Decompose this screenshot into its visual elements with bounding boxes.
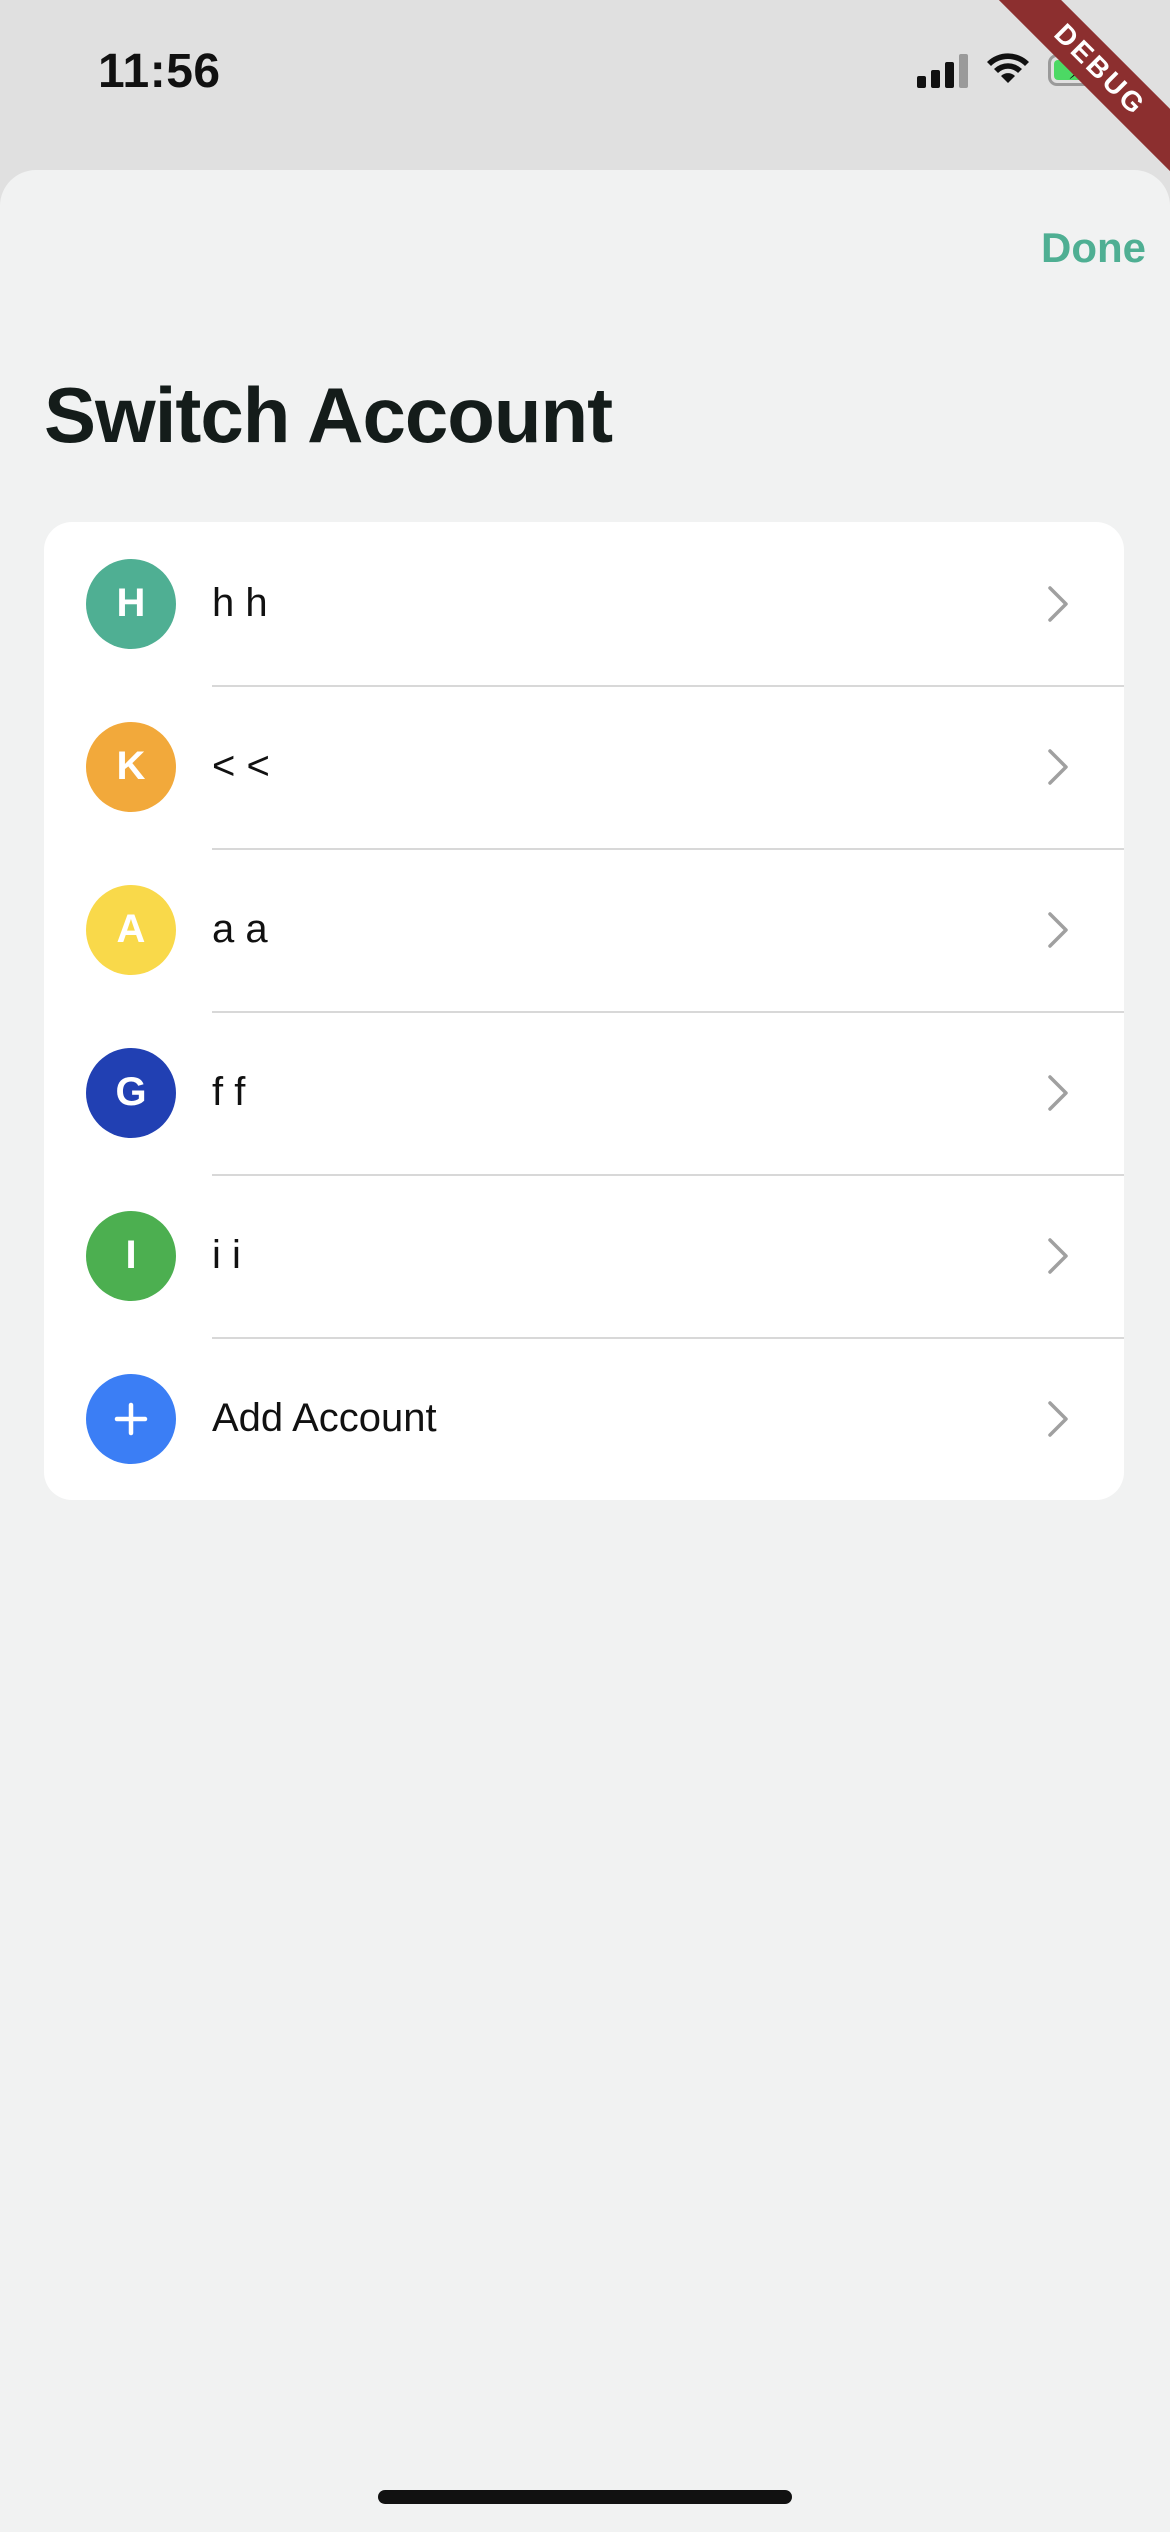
status-bar: 11:56 ⚡ [0,0,1170,150]
screen: 11:56 ⚡ DEBUG Done Switch Account H h [0,0,1170,2532]
chevron-right-icon [1048,585,1068,622]
avatar: I [86,1210,176,1301]
add-account-row[interactable]: Add Account [44,1337,1124,1500]
avatar: A [86,884,176,975]
page-title: Switch Account [44,371,613,459]
add-account-label: Add Account [212,1396,437,1440]
account-name: a a [212,907,268,951]
chevron-right-icon [1048,911,1068,948]
account-name: i i [212,1233,241,1277]
wifi-icon [987,53,1029,83]
account-name: < < [212,744,270,788]
chevron-right-icon [1048,1237,1068,1274]
account-name: h h [212,581,268,625]
account-row[interactable]: I i i [44,1174,1124,1337]
chevron-right-icon [1048,1400,1068,1437]
avatar: H [86,558,176,649]
avatar: G [86,1047,176,1138]
done-button[interactable]: Done [1041,224,1146,272]
account-name: f f [212,1070,246,1114]
status-time: 11:56 [98,45,221,98]
cellular-signal-icon [917,52,968,88]
account-row[interactable]: G f f [44,1011,1124,1174]
home-indicator[interactable] [378,2490,792,2504]
chevron-right-icon [1048,1074,1068,1111]
account-row[interactable]: K < < [44,685,1124,848]
account-row[interactable]: H h h [44,522,1124,685]
account-list: H h h K < < A a a G f f I i i Add Accoun… [44,522,1124,1500]
account-row[interactable]: A a a [44,848,1124,1011]
avatar: K [86,721,176,812]
switch-account-sheet: Done Switch Account H h h K < < A a a G … [0,170,1170,2532]
plus-icon [86,1373,176,1464]
chevron-right-icon [1048,748,1068,785]
